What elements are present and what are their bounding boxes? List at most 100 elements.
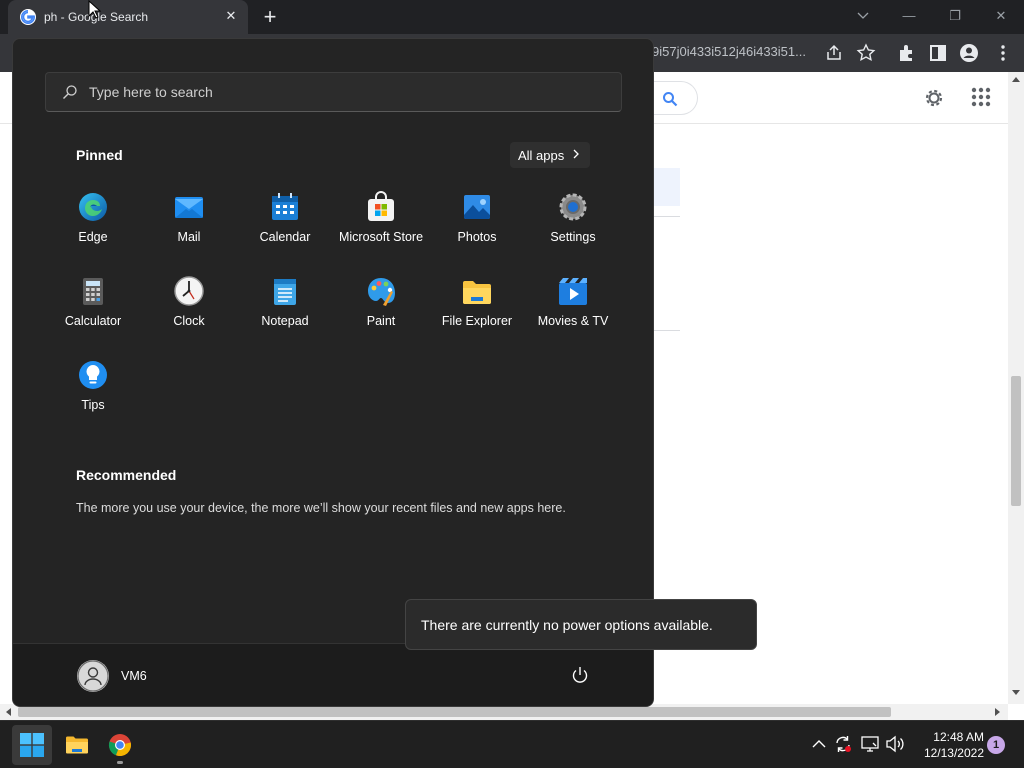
pinned-app-label: Mail (177, 230, 201, 244)
user-icon (77, 660, 109, 692)
folder-icon (463, 281, 491, 304)
mouse-cursor-icon (88, 0, 102, 19)
power-icon[interactable] (569, 664, 591, 686)
address-bar-url[interactable]: 9i57j0i433i512j46i433i51... (652, 44, 806, 59)
pinned-app-file-explorer[interactable]: File Explorer (429, 269, 525, 345)
tips-icon (79, 361, 107, 389)
pinned-app-settings[interactable]: Settings (525, 185, 621, 261)
network-icon[interactable] (860, 734, 880, 754)
user-name[interactable]: VM6 (121, 669, 147, 683)
google-apps-grid-icon[interactable] (970, 86, 992, 108)
pinned-app-label: Microsoft Store (338, 230, 424, 244)
extensions-icon[interactable] (895, 42, 917, 64)
close-window-button[interactable]: ✕ (988, 4, 1014, 28)
scroll-down-icon[interactable] (1012, 690, 1020, 696)
tab-search-icon[interactable] (850, 4, 876, 28)
taskbar-clock[interactable]: 12:48 AM 12/13/2022 (908, 729, 984, 761)
google-result-card[interactable] (654, 168, 680, 206)
search-placeholder: Type here to search (89, 84, 213, 100)
pinned-app-label: Calendar (259, 230, 311, 244)
folder-icon (66, 736, 88, 754)
mail-icon (175, 197, 203, 218)
pinned-title: Pinned (76, 147, 123, 163)
vertical-scroll-thumb[interactable] (1011, 376, 1021, 506)
pinned-app-calculator[interactable]: Calculator (45, 269, 141, 345)
photos-icon (464, 195, 490, 219)
sync-icon[interactable] (833, 734, 853, 754)
pinned-app-label: Edge (78, 230, 108, 244)
recommended-empty-message: The more you use your device, the more w… (76, 501, 566, 515)
taskbar-file-explorer[interactable] (57, 725, 97, 765)
start-search-input[interactable]: Type here to search (45, 72, 622, 112)
tooltip-text: There are currently no power options ava… (421, 617, 713, 633)
pinned-app-label: Paint (366, 314, 396, 328)
side-panel-icon[interactable] (927, 42, 949, 64)
browser-tab-strip: ph - Google Search ✕ + — ❐ ✕ (0, 0, 1024, 34)
all-apps-label: All apps (518, 148, 565, 163)
search-icon (63, 85, 77, 99)
minimize-button[interactable]: — (896, 4, 922, 28)
start-button[interactable] (12, 725, 52, 765)
taskbar: 12:48 AM 12/13/2022 1 (0, 720, 1024, 768)
pinned-app-edge[interactable]: Edge (45, 185, 141, 261)
calculator-icon (83, 278, 103, 305)
taskbar-chrome[interactable] (100, 725, 140, 765)
pinned-app-label: Notepad (261, 314, 309, 328)
search-icon (663, 92, 678, 107)
movies-icon (559, 278, 587, 305)
google-favicon-icon (20, 9, 36, 25)
paint-icon (368, 278, 395, 306)
tab-close-icon[interactable]: ✕ (222, 7, 240, 25)
user-avatar[interactable] (77, 660, 109, 692)
share-icon[interactable] (823, 42, 845, 64)
pinned-app-label: Photos (457, 230, 497, 244)
scroll-left-icon[interactable] (5, 708, 11, 716)
store-icon (368, 191, 394, 221)
new-tab-button[interactable]: + (258, 4, 282, 30)
pinned-app-label: Clock (173, 314, 205, 328)
clock-icon (174, 276, 204, 306)
pinned-app-label: File Explorer (441, 314, 513, 328)
result-divider (654, 216, 680, 217)
pinned-app-calendar[interactable]: Calendar (237, 185, 333, 261)
horizontal-scroll-thumb[interactable] (18, 707, 891, 717)
scroll-up-icon[interactable] (1012, 76, 1020, 82)
pinned-app-microsoft-store[interactable]: Microsoft Store (333, 185, 429, 261)
pinned-app-paint[interactable]: Paint (333, 269, 429, 345)
scroll-right-icon[interactable] (995, 708, 1001, 716)
clock-time: 12:48 AM (933, 730, 984, 744)
chevron-up-icon[interactable] (809, 734, 829, 754)
notepad-icon (274, 279, 296, 305)
chrome-icon (108, 734, 132, 757)
power-options-tooltip: There are currently no power options ava… (405, 599, 757, 650)
calendar-icon (272, 193, 298, 220)
pinned-app-tips[interactable]: Tips (45, 353, 141, 429)
result-divider (654, 330, 680, 331)
start-menu-footer: VM6 (13, 643, 653, 706)
volume-icon[interactable] (885, 734, 905, 754)
pinned-app-label: Movies & TV (537, 314, 609, 328)
all-apps-button[interactable]: All apps (510, 142, 590, 168)
pinned-app-photos[interactable]: Photos (429, 185, 525, 261)
google-settings-gear-icon[interactable] (922, 86, 946, 110)
bookmark-star-icon[interactable] (855, 42, 877, 64)
pinned-app-label: Settings (550, 230, 596, 244)
pinned-app-label: Calculator (64, 314, 122, 328)
pinned-app-movies-tv[interactable]: Movies & TV (525, 269, 621, 345)
clock-date: 12/13/2022 (923, 746, 984, 760)
google-search-button[interactable] (650, 81, 698, 115)
pinned-app-notepad[interactable]: Notepad (237, 269, 333, 345)
pinned-app-clock[interactable]: Clock (141, 269, 237, 345)
notification-badge[interactable]: 1 (987, 736, 1005, 754)
chevron-right-icon (573, 149, 579, 159)
pinned-app-label: Tips (81, 398, 105, 412)
profile-icon[interactable] (958, 42, 980, 64)
browser-tab[interactable]: ph - Google Search ✕ (8, 0, 248, 34)
windows-logo-icon (20, 733, 44, 757)
chrome-menu-icon[interactable] (992, 42, 1014, 64)
edge-icon (79, 193, 107, 221)
recommended-title: Recommended (76, 467, 177, 483)
running-indicator (117, 761, 123, 764)
pinned-app-mail[interactable]: Mail (141, 185, 237, 261)
restore-button[interactable]: ❐ (942, 4, 968, 28)
